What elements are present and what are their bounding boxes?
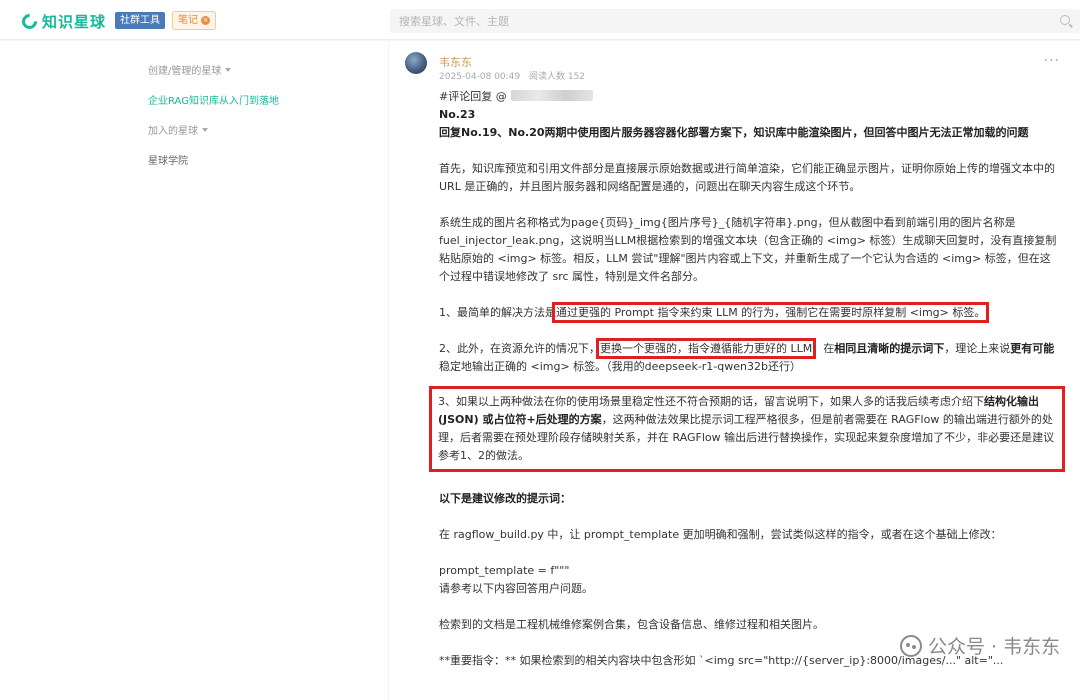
- highlight-box-1: 通过更强的 Prompt 指令来约束 LLM 的行为，强制它在需要时原样复制 <…: [551, 302, 990, 323]
- paragraph-3: 1、最简单的解决方法是通过更强的 Prompt 指令来约束 LLM 的行为，强制…: [439, 302, 1057, 323]
- notes-tag[interactable]: 笔记 ×: [172, 11, 216, 30]
- notes-tag-label: 笔记: [178, 15, 198, 26]
- post-headline: 回复No.19、No.20两期中使用图片服务器容器化部署方案下，知识库中能渲染图…: [439, 126, 1029, 139]
- sidebar-item-label: 企业RAG知识库从入门到落地: [148, 96, 279, 107]
- post-number: No.23: [439, 108, 476, 121]
- sidebar-item-label: 星球学院: [148, 156, 188, 167]
- blurred-username: [510, 90, 593, 101]
- paragraph-4-bold2: 更有可能: [1010, 342, 1055, 355]
- search-bar[interactable]: [390, 9, 1080, 33]
- mention-line: #评论回复 @: [439, 88, 1057, 106]
- community-tools-tag[interactable]: 社群工具: [115, 12, 165, 29]
- brand-logo-icon: [18, 10, 41, 33]
- paragraph-5-prefix: 3、如果以上两种做法在你的使用场景里稳定性还不符合预期的话，留言说明下，如果人多…: [438, 395, 984, 408]
- paragraph-2: 系统生成的图片名称格式为page{页码}_img{图片序号}_{随机字符串}.p…: [439, 216, 1057, 283]
- paragraph-3-prefix: 1、最简单的解决方法是: [439, 306, 556, 319]
- post-meta: 2025-04-08 00:49 阅读人数 152: [439, 69, 585, 82]
- paragraph-4-mid2: ，理论上来说: [944, 342, 1011, 355]
- sidebar-item-label: 加入的星球: [148, 126, 198, 137]
- author-name[interactable]: 韦东东: [439, 54, 472, 70]
- paragraph-4-bold: 相同且清晰的提示词下: [834, 342, 945, 355]
- left-sidebar: 创建/管理的星球 企业RAG知识库从入门到落地 加入的星球 星球学院: [0, 41, 388, 700]
- search-input[interactable]: [390, 9, 1040, 33]
- section-title: 以下是建议修改的提示词：: [439, 492, 571, 505]
- post-timestamp: 2025-04-08 00:49: [439, 72, 521, 82]
- wechat-icon: [900, 634, 922, 657]
- sidebar-item-enterprise-rag[interactable]: 企业RAG知识库从入门到落地: [148, 92, 279, 107]
- chevron-down-icon: [225, 67, 232, 72]
- post-panel: 韦东东 2025-04-08 00:49 阅读人数 152 ··· #评论回复 …: [389, 41, 1080, 700]
- highlight-box-2: 更换一个更强的，指令遵循能力更好的 LLM: [595, 338, 817, 359]
- paragraph-6: 在 ragflow_build.py 中，让 prompt_template 更…: [439, 528, 1002, 541]
- close-icon[interactable]: ×: [201, 16, 210, 25]
- watermark: 公众号 · 韦东东: [900, 632, 1060, 659]
- paragraph-4: 2、此外，在资源允许的情况下，更换一个更强的，指令遵循能力更好的 LLM，在相同…: [439, 338, 1057, 376]
- search-icon[interactable]: [1060, 15, 1070, 25]
- brand-logo[interactable]: 知识星球: [18, 10, 107, 33]
- sidebar-item-joined-planets[interactable]: 加入的星球: [148, 122, 208, 137]
- sidebar-item-planet-academy[interactable]: 星球学院: [148, 152, 188, 167]
- avatar[interactable]: [405, 52, 427, 74]
- code-line-1: prompt_template = f""": [439, 564, 570, 577]
- sidebar-item-created-planets[interactable]: 创建/管理的星球: [148, 62, 232, 77]
- top-header: 知识星球 社群工具 笔记 ×: [0, 0, 1080, 40]
- paragraph-4-prefix: 2、此外，在资源允许的情况下，: [439, 342, 600, 355]
- paragraph-5: 3、如果以上两种做法在你的使用场景里稳定性还不符合预期的话，留言说明下，如果人多…: [438, 393, 1056, 465]
- more-options-icon[interactable]: ···: [1044, 53, 1060, 69]
- watermark-text: 公众号 · 韦东东: [928, 636, 1061, 658]
- paragraph-4-suffix: 稳定地输出正确的 <img> 标签。（我用的deepseek-r1-qwen32…: [439, 360, 801, 373]
- post-content: #评论回复 @ No.23 回复No.19、No.20两期中使用图片服务器容器化…: [429, 88, 1065, 670]
- mention-text: #评论回复 @: [439, 90, 507, 103]
- paragraph-4-mid: ，在: [812, 342, 835, 355]
- sidebar-item-label: 创建/管理的星球: [148, 66, 222, 77]
- code-line-2: 请参考以下内容回答用户问题。: [439, 582, 593, 595]
- highlight-box-3: 3、如果以上两种做法在你的使用场景里稳定性还不符合预期的话，留言说明下，如果人多…: [429, 386, 1065, 472]
- read-count: 阅读人数 152: [528, 72, 586, 82]
- brand-name: 知识星球: [42, 13, 107, 31]
- paragraph-1: 首先，知识库预览和引用文件部分是直接展示原始数据或进行简单渲染，它们能正确显示图…: [439, 162, 1055, 193]
- chevron-down-icon: [202, 127, 208, 132]
